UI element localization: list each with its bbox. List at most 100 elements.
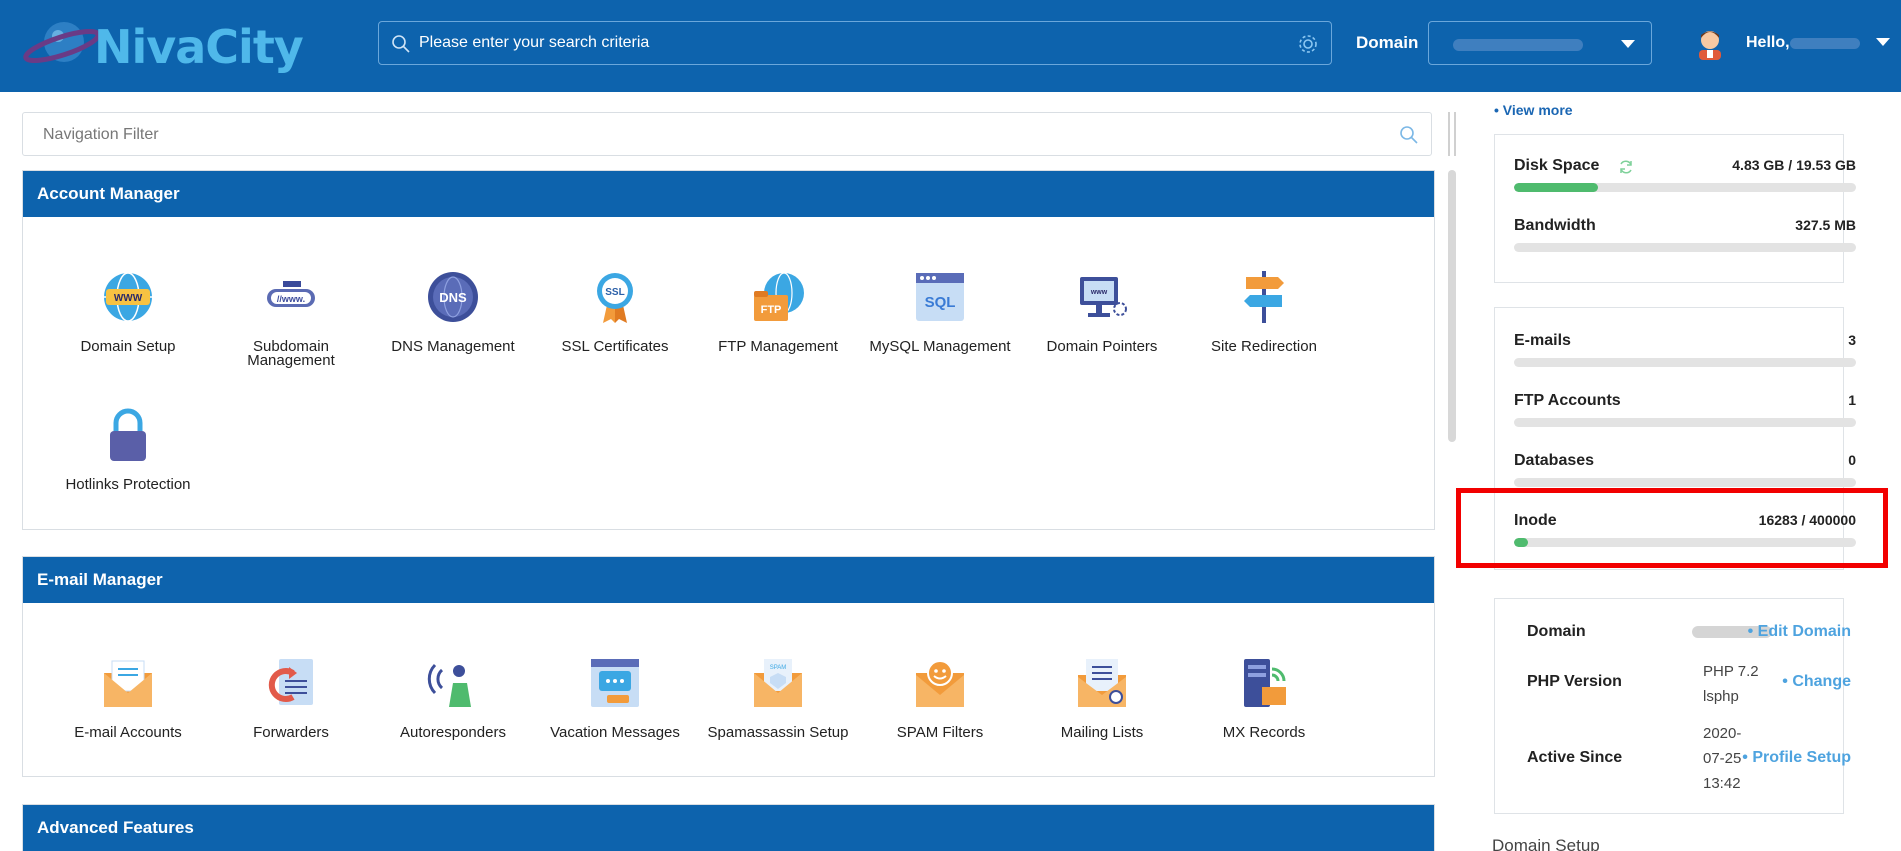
stat-value: 327.5 MB: [1795, 217, 1856, 233]
logo[interactable]: NivaCity: [22, 14, 304, 74]
tile-vacation-messages[interactable]: Vacation Messages: [540, 655, 690, 740]
info-key: PHP Version: [1527, 673, 1622, 690]
svg-text:SQL: SQL: [925, 294, 956, 311]
tile-ftp-management[interactable]: FTP FTP Management: [703, 269, 853, 354]
info-value: 13:42: [1703, 775, 1741, 792]
profile-setup-link[interactable]: • Profile Setup: [1742, 749, 1851, 767]
stat-name: Databases: [1514, 452, 1595, 469]
progress-fill: [1514, 183, 1599, 192]
tile-label: SSL Certificates: [561, 338, 669, 355]
global-search-input[interactable]: Please enter your search criteria: [378, 21, 1332, 65]
info-value: 2020-: [1703, 725, 1742, 742]
advanced-features-panel: Advanced Features: [22, 804, 1435, 851]
chevron-down-icon[interactable]: ⌄: [1862, 840, 1875, 851]
domain-setup-icon: WWW: [104, 272, 152, 322]
stat-value: 0: [1848, 452, 1856, 468]
scrollbar[interactable]: [1448, 170, 1456, 442]
tile-label: MX Records: [1222, 724, 1306, 741]
account-manager-panel: Account Manager WWW Domain Setup //www. …: [22, 170, 1435, 530]
info-value: 07-25: [1703, 750, 1742, 767]
svg-text:FTP: FTP: [761, 304, 782, 316]
svg-text:SSL: SSL: [605, 287, 624, 298]
navigation-filter-input[interactable]: Navigation Filter: [22, 112, 1432, 156]
progress-bar: [1514, 418, 1856, 427]
edit-domain-link[interactable]: • Edit Domain: [1748, 623, 1851, 641]
progress-bar: [1514, 183, 1856, 192]
tile-label: Forwarders: [253, 724, 329, 741]
tile-spamassassin-setup[interactable]: SPAM Spamassassin Setup: [703, 655, 853, 740]
tile-domain-setup[interactable]: WWW Domain Setup: [53, 269, 203, 354]
domain-label: Domain: [1356, 33, 1419, 52]
refresh-icon[interactable]: [1618, 159, 1634, 175]
username-redacted: [1790, 38, 1860, 49]
subdomain-icon: //www.: [267, 281, 315, 307]
search-icon: [392, 35, 410, 53]
lock-icon: [110, 408, 146, 461]
info-key: Domain: [1527, 623, 1586, 640]
change-php-link[interactable]: • Change: [1782, 673, 1851, 691]
svg-text:SPAM: SPAM: [770, 665, 787, 671]
tile-label: Spamassassin Setup: [707, 724, 849, 741]
dns-icon: DNS: [428, 272, 478, 322]
domain-setup-section-header[interactable]: Domain Setup: [1492, 836, 1600, 851]
stat-name: FTP Accounts: [1514, 392, 1621, 409]
progress-bar: [1514, 243, 1856, 252]
ssl-icon: SSL: [597, 273, 633, 323]
account-info-box: Domain • Edit Domain PHP Version PHP 7.2…: [1494, 598, 1851, 814]
tile-label: MySQL Management: [869, 338, 1011, 355]
stat-value: 4.83 GB / 19.53 GB: [1732, 157, 1856, 173]
tile-mailing-lists[interactable]: Mailing Lists: [1027, 655, 1177, 740]
autoresponders-icon: [427, 663, 471, 707]
vacation-icon: [591, 659, 639, 707]
tile-label: Hotlinks Protection: [65, 476, 191, 493]
greeting: Hello,: [1746, 34, 1790, 51]
mysql-icon: SQL: [916, 273, 964, 321]
tile-label: Autoresponders: [400, 724, 506, 741]
tile-dns-management[interactable]: DNS DNS Management: [378, 269, 528, 354]
domain-select[interactable]: [1428, 21, 1652, 65]
svg-text:WWW: WWW: [114, 293, 143, 304]
email-manager-panel: E-mail Manager E-mail Accounts Forwarder…: [22, 556, 1435, 777]
account-manager-title: Account Manager: [23, 171, 1434, 217]
email-manager-title: E-mail Manager: [23, 557, 1434, 603]
tile-email-accounts[interactable]: E-mail Accounts: [53, 655, 203, 740]
tile-hotlinks-protection[interactable]: Hotlinks Protection: [53, 407, 203, 492]
tile-forwarders[interactable]: Forwarders: [216, 655, 366, 740]
tile-autoresponders[interactable]: Autoresponders: [378, 655, 528, 740]
avatar[interactable]: [1693, 26, 1727, 60]
resize-handle[interactable]: [1448, 112, 1456, 156]
site-redirection-icon: [1244, 271, 1284, 323]
stat-value: 3: [1848, 332, 1856, 348]
progress-bar: [1514, 478, 1856, 487]
domain-pointers-icon: www: [1080, 277, 1127, 317]
email-accounts-icon: [104, 660, 152, 707]
logo-text: NivaCity: [94, 20, 304, 74]
search-placeholder: Please enter your search criteria: [419, 34, 650, 51]
view-more-link[interactable]: • View more: [1494, 102, 1573, 118]
svg-text:DNS: DNS: [439, 290, 467, 305]
svg-text://www.: //www.: [277, 294, 305, 304]
tile-label: Mailing Lists: [1060, 724, 1144, 741]
spamassassin-icon: SPAM: [754, 659, 802, 707]
tile-mx-records[interactable]: MX Records: [1189, 655, 1339, 740]
tile-ssl-certificates[interactable]: SSL SSL Certificates: [540, 269, 690, 354]
tile-label: Vacation Messages: [550, 724, 680, 741]
tile-spam-filters[interactable]: SPAM Filters: [865, 655, 1015, 740]
progress-bar: [1514, 358, 1856, 367]
gear-icon[interactable]: [1297, 33, 1319, 55]
info-value: PHP 7.2: [1703, 663, 1759, 680]
tile-mysql-management[interactable]: SQL MySQL Management: [865, 269, 1015, 354]
tile-domain-pointers[interactable]: www Domain Pointers: [1027, 269, 1177, 354]
tile-site-redirection[interactable]: Site Redirection: [1189, 269, 1339, 354]
tile-label: Domain Setup: [80, 338, 176, 355]
domain-value-redacted: [1453, 39, 1583, 51]
stat-name: Disk Space: [1514, 157, 1600, 174]
tile-subdomain-management[interactable]: //www. Subdomain Management: [216, 269, 366, 368]
tile-label: Subdomain Management: [247, 338, 335, 369]
svg-text:www: www: [1090, 289, 1108, 296]
tile-label: Site Redirection: [1211, 338, 1317, 355]
tile-label: E-mail Accounts: [74, 724, 182, 741]
ftp-icon: FTP: [754, 272, 804, 321]
mailing-lists-icon: [1078, 659, 1126, 707]
user-menu-caret-icon[interactable]: [1876, 38, 1890, 46]
